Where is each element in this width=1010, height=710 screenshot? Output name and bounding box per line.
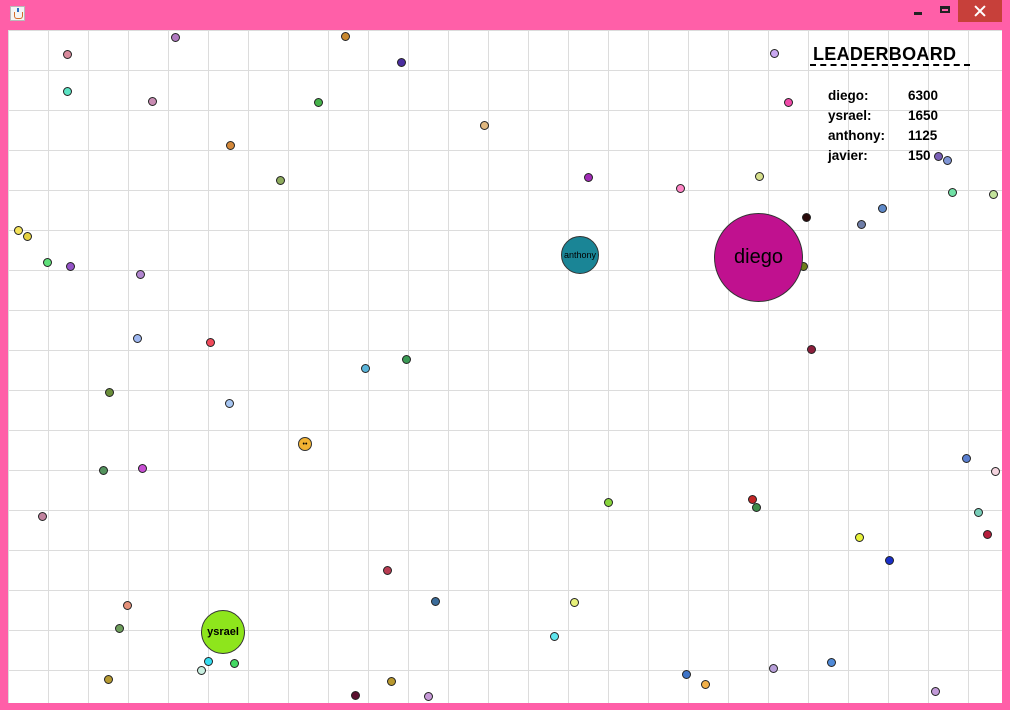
food-pellet <box>826 657 836 667</box>
player-cell-anthony: anthony <box>561 236 599 274</box>
leaderboard-score: 1125 <box>908 128 938 143</box>
food-pellet <box>877 203 887 213</box>
game-canvas[interactable]: diego anthony ysrael •• LEADERBOARD dieg… <box>8 30 1002 703</box>
food-pellet <box>681 669 691 679</box>
food-pellet <box>225 140 235 150</box>
food-pellet <box>933 151 943 161</box>
leaderboard-name: javier: <box>828 148 868 163</box>
food-pellet <box>430 596 440 606</box>
app-window: diego anthony ysrael •• LEADERBOARD dieg… <box>0 0 1010 710</box>
food-pellet <box>783 97 793 107</box>
food-pellet <box>930 686 940 696</box>
food-pellet <box>229 658 239 668</box>
food-pellet <box>360 363 370 373</box>
food-pellet <box>884 555 894 565</box>
food-pellet <box>801 212 811 222</box>
food-pellet <box>603 497 613 507</box>
leaderboard-name: ysrael: <box>828 108 872 123</box>
food-pellet <box>583 172 593 182</box>
food-pellet <box>313 97 323 107</box>
food-pellet <box>275 175 285 185</box>
food-pellet <box>224 398 234 408</box>
food-pellet <box>196 665 206 675</box>
food-pellet <box>942 155 952 165</box>
food-pellet <box>973 507 983 517</box>
maximize-button[interactable] <box>932 0 959 22</box>
food-pellet <box>147 96 157 106</box>
food-pellet <box>386 676 396 686</box>
java-cup-icon[interactable] <box>10 6 25 21</box>
leaderboard-name: diego: <box>828 88 869 103</box>
food-pellet <box>768 663 778 673</box>
food-pellet <box>114 623 124 633</box>
food-pellet <box>982 529 992 539</box>
food-pellet <box>754 171 764 181</box>
food-pellet <box>340 31 350 41</box>
leaderboard-divider <box>810 64 970 66</box>
food-pellet <box>751 502 761 512</box>
leaderboard-title: LEADERBOARD <box>813 44 957 64</box>
food-pellet <box>549 631 559 641</box>
food-pellet <box>947 187 957 197</box>
food-pellet <box>98 465 108 475</box>
leaderboard-score: 6300 <box>908 88 939 103</box>
food-pellet <box>675 183 685 193</box>
food-pellet <box>569 597 579 607</box>
food-pellet <box>990 466 1000 476</box>
player-name-anthony: anthony <box>563 250 597 260</box>
player-cell-ysrael: ysrael <box>201 610 245 654</box>
food-pellet <box>170 32 180 42</box>
player-cell-javier: •• <box>298 437 312 451</box>
food-pellet <box>700 679 710 689</box>
food-pellet <box>42 257 52 267</box>
player-cell-diego: diego <box>714 213 803 302</box>
food-pellet <box>401 354 411 364</box>
food-pellet <box>205 337 215 347</box>
leaderboard-score: 150 <box>908 148 931 163</box>
food-pellet <box>856 219 866 229</box>
food-pellet <box>988 189 998 199</box>
food-pellet <box>423 691 433 701</box>
food-pellet <box>769 48 779 58</box>
food-pellet <box>122 600 132 610</box>
food-pellet <box>103 674 113 684</box>
food-pellet <box>382 565 392 575</box>
food-pellet <box>37 511 47 521</box>
leaderboard-score: 1650 <box>908 108 939 123</box>
food-pellet <box>62 49 72 59</box>
food-pellet <box>62 86 72 96</box>
player-name-diego: diego <box>734 246 783 268</box>
food-pellet <box>396 57 406 67</box>
food-pellet <box>854 532 864 542</box>
javier-face-icon: •• <box>302 440 308 448</box>
close-button[interactable] <box>958 0 1002 22</box>
leaderboard-name: anthony: <box>828 128 885 143</box>
food-pellet <box>961 453 971 463</box>
food-pellet <box>132 333 142 343</box>
food-pellet <box>137 463 147 473</box>
minimize-button[interactable] <box>904 0 931 22</box>
player-name-ysrael: ysrael <box>207 626 239 638</box>
food-pellet <box>65 261 75 271</box>
food-pellet <box>203 656 213 666</box>
food-pellet <box>135 269 145 279</box>
food-pellet <box>13 225 23 235</box>
food-pellet <box>104 387 114 397</box>
food-pellet <box>479 120 489 130</box>
food-pellet <box>806 344 816 354</box>
food-pellet <box>22 231 32 241</box>
food-pellet <box>350 690 360 700</box>
title-bar[interactable] <box>0 0 1010 30</box>
